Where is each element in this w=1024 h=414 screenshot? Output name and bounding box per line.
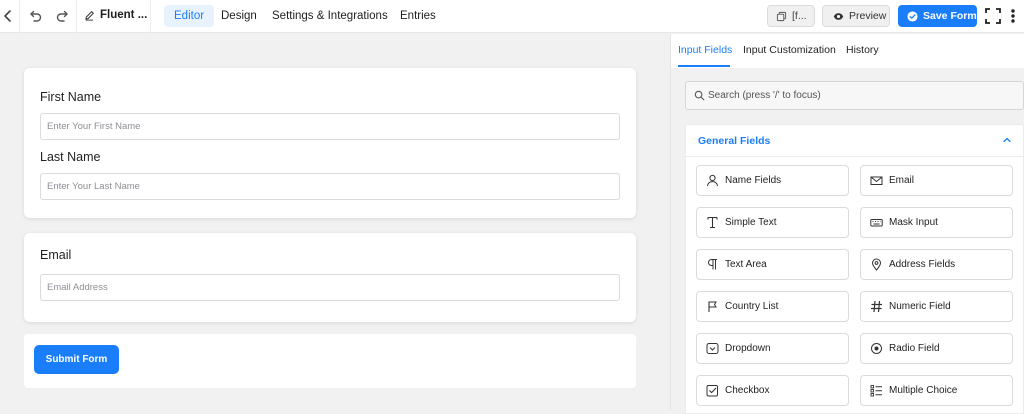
radio-icon [870, 342, 883, 355]
field-label: Radio Field [889, 343, 940, 354]
check-circle-icon [907, 10, 918, 22]
general-fields-section: General Fields Name Fields Email Simple … [685, 124, 1024, 414]
text-cursor-icon [706, 216, 719, 229]
field-email[interactable]: Email [860, 165, 1013, 196]
more-options-icon[interactable] [1006, 8, 1020, 24]
undo-icon[interactable] [27, 8, 43, 24]
field-label: Country List [725, 301, 779, 312]
preview-label: Preview [849, 10, 887, 22]
name-fields-card[interactable]: First Name Enter Your First Name Last Na… [24, 68, 636, 218]
checkbox-icon [706, 384, 719, 397]
tab-input-fields[interactable]: Input Fields [678, 44, 732, 56]
field-label: Name Fields [725, 175, 782, 186]
first-name-input[interactable]: Enter Your First Name [40, 113, 620, 140]
divider [150, 0, 151, 33]
pencil-icon [84, 10, 95, 21]
tab-editor[interactable]: Editor [164, 5, 215, 27]
divider [686, 156, 1024, 157]
tab-design[interactable]: Design [211, 5, 267, 27]
hash-icon [870, 300, 883, 313]
field-simple-text[interactable]: Simple Text [696, 207, 849, 238]
envelope-icon [870, 174, 883, 187]
last-name-label: Last Name [40, 150, 101, 164]
fullscreen-icon[interactable] [984, 7, 1002, 25]
field-label: Email [889, 175, 915, 186]
field-country-list[interactable]: Country List [696, 291, 849, 322]
divider [76, 0, 77, 33]
search-icon [694, 90, 705, 101]
field-search-input[interactable]: Search (press '/' to focus) [685, 81, 1024, 110]
field-numeric-field[interactable]: Numeric Field [860, 291, 1013, 322]
paragraph-icon [706, 258, 719, 271]
field-label: Mask Input [889, 217, 938, 228]
back-chevron-icon[interactable] [0, 8, 16, 24]
tab-entries[interactable]: Entries [390, 5, 446, 27]
form-title-text: Fluent ... [100, 9, 148, 21]
field-label: Text Area [725, 259, 767, 270]
shortcode-button[interactable]: [f... [767, 5, 815, 27]
field-dropdown[interactable]: Dropdown [696, 333, 849, 364]
form-title[interactable]: Fluent ... [84, 9, 147, 21]
email-field-card[interactable]: Email Email Address [24, 233, 636, 322]
save-label: Save Form [923, 10, 977, 22]
field-address-fields[interactable]: Address Fields [860, 249, 1013, 280]
submit-form-button[interactable]: Submit Form [34, 345, 119, 374]
last-name-input[interactable]: Enter Your Last Name [40, 173, 620, 200]
top-bar: Fluent ... Editor Design Settings & Inte… [0, 0, 1024, 33]
section-title[interactable]: General Fields [698, 135, 770, 147]
search-placeholder: Search (press '/' to focus) [708, 90, 821, 101]
field-text-area[interactable]: Text Area [696, 249, 849, 280]
field-label: Dropdown [725, 343, 771, 354]
map-pin-icon [870, 258, 883, 271]
tab-history[interactable]: History [846, 44, 879, 56]
fields-panel: Input Fields Input Customization History… [670, 34, 1024, 414]
redo-icon[interactable] [55, 8, 71, 24]
field-name-fields[interactable]: Name Fields [696, 165, 849, 196]
dropdown-icon [706, 342, 719, 355]
field-checkbox[interactable]: Checkbox [696, 375, 849, 406]
field-radio-field[interactable]: Radio Field [860, 333, 1013, 364]
field-label: Simple Text [725, 217, 777, 228]
keyboard-icon [870, 216, 883, 229]
email-label: Email [40, 248, 72, 262]
shortcode-label: [f... [792, 10, 807, 22]
panel-tabs: Input Fields Input Customization History [671, 34, 1024, 68]
tab-input-customization[interactable]: Input Customization [743, 44, 836, 56]
first-name-label: First Name [40, 90, 102, 104]
field-label: Numeric Field [889, 301, 951, 312]
save-form-button[interactable]: Save Form [898, 5, 977, 27]
preview-button[interactable]: Preview [822, 5, 890, 27]
email-input[interactable]: Email Address [40, 274, 620, 301]
list-icon [870, 384, 883, 397]
copy-icon [776, 11, 787, 22]
field-label: Address Fields [889, 259, 956, 270]
field-multiple-choice[interactable]: Multiple Choice [860, 375, 1013, 406]
submit-area: Submit Form [24, 334, 636, 388]
field-label: Checkbox [725, 385, 770, 396]
tab-settings-integrations[interactable]: Settings & Integrations [262, 5, 398, 27]
divider [19, 0, 20, 33]
form-canvas: First Name Enter Your First Name Last Na… [0, 34, 670, 410]
user-icon [706, 174, 719, 187]
eye-icon [833, 11, 844, 22]
active-tab-indicator [678, 65, 730, 67]
field-mask-input[interactable]: Mask Input [860, 207, 1013, 238]
flag-icon [706, 300, 719, 313]
field-label: Multiple Choice [889, 385, 958, 396]
chevron-up-icon[interactable] [1001, 134, 1013, 146]
